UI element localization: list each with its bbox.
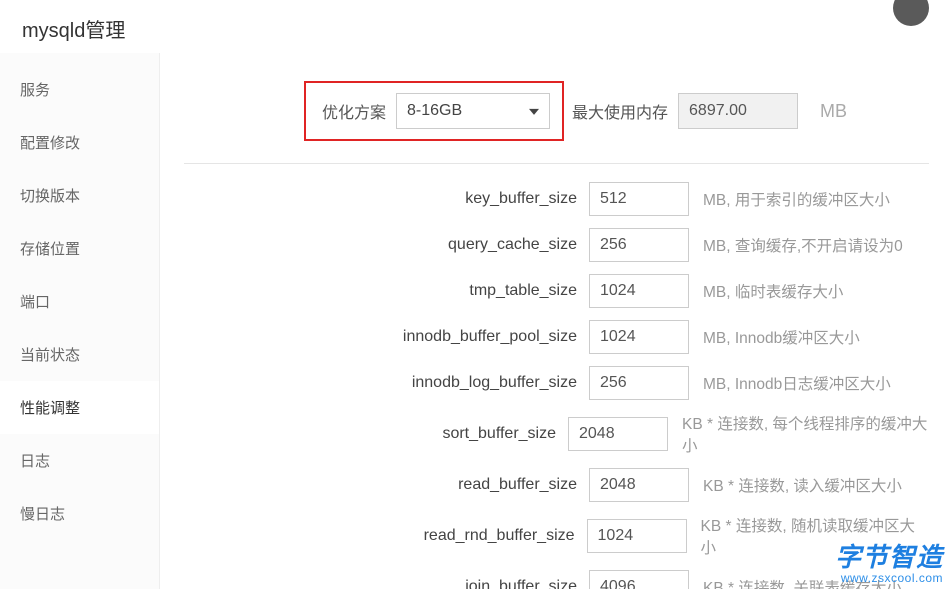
param-input-read-rnd-buffer-size[interactable] xyxy=(587,519,687,553)
optimization-plan-highlight: 优化方案 8-16GB xyxy=(304,81,564,141)
sidebar-item-log[interactable]: 日志 xyxy=(0,434,159,487)
sidebar-item-status[interactable]: 当前状态 xyxy=(0,328,159,381)
param-label: innodb_log_buffer_size xyxy=(184,374,589,392)
sidebar-item-label: 性能调整 xyxy=(20,400,80,417)
sidebar-item-label: 配置修改 xyxy=(20,135,80,152)
sidebar-item-config[interactable]: 配置修改 xyxy=(0,116,159,169)
plan-select-value: 8-16GB xyxy=(407,102,462,120)
main-panel: 优化方案 8-16GB 最大使用内存 6897.00 MB key_buffer… xyxy=(160,53,949,589)
param-desc: KB * 连接数, 每个线程排序的缓冲大小 xyxy=(682,412,929,456)
sidebar-item-label: 存储位置 xyxy=(20,241,80,258)
param-desc: KB * 连接数, 读入缓冲区大小 xyxy=(703,474,902,496)
sidebar-item-label: 当前状态 xyxy=(20,347,80,364)
param-label: read_buffer_size xyxy=(184,476,589,494)
param-desc: MB, Innodb日志缓冲区大小 xyxy=(703,372,891,394)
param-input-query-cache-size[interactable] xyxy=(589,228,689,262)
param-label: innodb_buffer_pool_size xyxy=(184,328,589,346)
sidebar-item-storage[interactable]: 存储位置 xyxy=(0,222,159,275)
param-desc: KB * 连接数, 随机读取缓冲区大小 xyxy=(701,514,929,558)
params-list: key_buffer_size MB, 用于索引的缓冲区大小 query_cac… xyxy=(184,182,929,589)
param-row: sort_buffer_size KB * 连接数, 每个线程排序的缓冲大小 xyxy=(184,412,929,456)
sidebar-item-label: 慢日志 xyxy=(20,506,65,523)
param-input-innodb-buffer-pool-size[interactable] xyxy=(589,320,689,354)
param-input-tmp-table-size[interactable] xyxy=(589,274,689,308)
page-title: mysqld管理 xyxy=(0,0,949,53)
param-row: key_buffer_size MB, 用于索引的缓冲区大小 xyxy=(184,182,929,216)
param-desc: MB, 查询缓存,不开启请设为0 xyxy=(703,234,903,256)
sidebar-item-port[interactable]: 端口 xyxy=(0,275,159,328)
param-desc: MB, Innodb缓冲区大小 xyxy=(703,326,860,348)
sidebar-item-label: 切换版本 xyxy=(20,188,80,205)
sidebar: 服务 配置修改 切换版本 存储位置 端口 当前状态 性能调整 日志 慢日志 xyxy=(0,53,160,589)
param-input-sort-buffer-size[interactable] xyxy=(568,417,668,451)
sidebar-item-slow-log[interactable]: 慢日志 xyxy=(0,487,159,540)
maxmem-value: 6897.00 xyxy=(678,93,798,129)
param-input-read-buffer-size[interactable] xyxy=(589,468,689,502)
param-row: innodb_log_buffer_size MB, Innodb日志缓冲区大小 xyxy=(184,366,929,400)
param-row: tmp_table_size MB, 临时表缓存大小 xyxy=(184,274,929,308)
plan-select[interactable]: 8-16GB xyxy=(396,93,550,129)
maxmem-label: 最大使用内存 xyxy=(572,99,668,123)
param-label: read_rnd_buffer_size xyxy=(184,527,587,545)
sidebar-item-performance[interactable]: 性能调整 xyxy=(0,381,159,434)
param-label: key_buffer_size xyxy=(184,190,589,208)
param-row: read_rnd_buffer_size KB * 连接数, 随机读取缓冲区大小 xyxy=(184,514,929,558)
sidebar-item-service[interactable]: 服务 xyxy=(0,63,159,116)
param-label: join_buffer_size xyxy=(184,578,589,589)
param-desc: MB, 临时表缓存大小 xyxy=(703,280,843,302)
param-row: join_buffer_size KB * 连接数, 关联表缓存大小 xyxy=(184,570,929,589)
optimization-top-row: 优化方案 8-16GB 最大使用内存 6897.00 MB xyxy=(304,81,929,141)
divider xyxy=(184,163,929,164)
param-label: query_cache_size xyxy=(184,236,589,254)
param-label: sort_buffer_size xyxy=(184,425,568,443)
plan-label: 优化方案 xyxy=(322,99,386,123)
chevron-down-icon xyxy=(529,109,539,115)
sidebar-item-label: 端口 xyxy=(20,294,50,311)
param-desc: MB, 用于索引的缓冲区大小 xyxy=(703,188,890,210)
param-input-join-buffer-size[interactable] xyxy=(589,570,689,589)
sidebar-item-switch-version[interactable]: 切换版本 xyxy=(0,169,159,222)
param-row: read_buffer_size KB * 连接数, 读入缓冲区大小 xyxy=(184,468,929,502)
param-row: query_cache_size MB, 查询缓存,不开启请设为0 xyxy=(184,228,929,262)
param-desc: KB * 连接数, 关联表缓存大小 xyxy=(703,576,902,589)
param-row: innodb_buffer_pool_size MB, Innodb缓冲区大小 xyxy=(184,320,929,354)
maxmem-unit: MB xyxy=(820,101,847,122)
param-label: tmp_table_size xyxy=(184,282,589,300)
sidebar-item-label: 服务 xyxy=(20,82,50,99)
param-input-key-buffer-size[interactable] xyxy=(589,182,689,216)
param-input-innodb-log-buffer-size[interactable] xyxy=(589,366,689,400)
sidebar-item-label: 日志 xyxy=(20,453,50,470)
